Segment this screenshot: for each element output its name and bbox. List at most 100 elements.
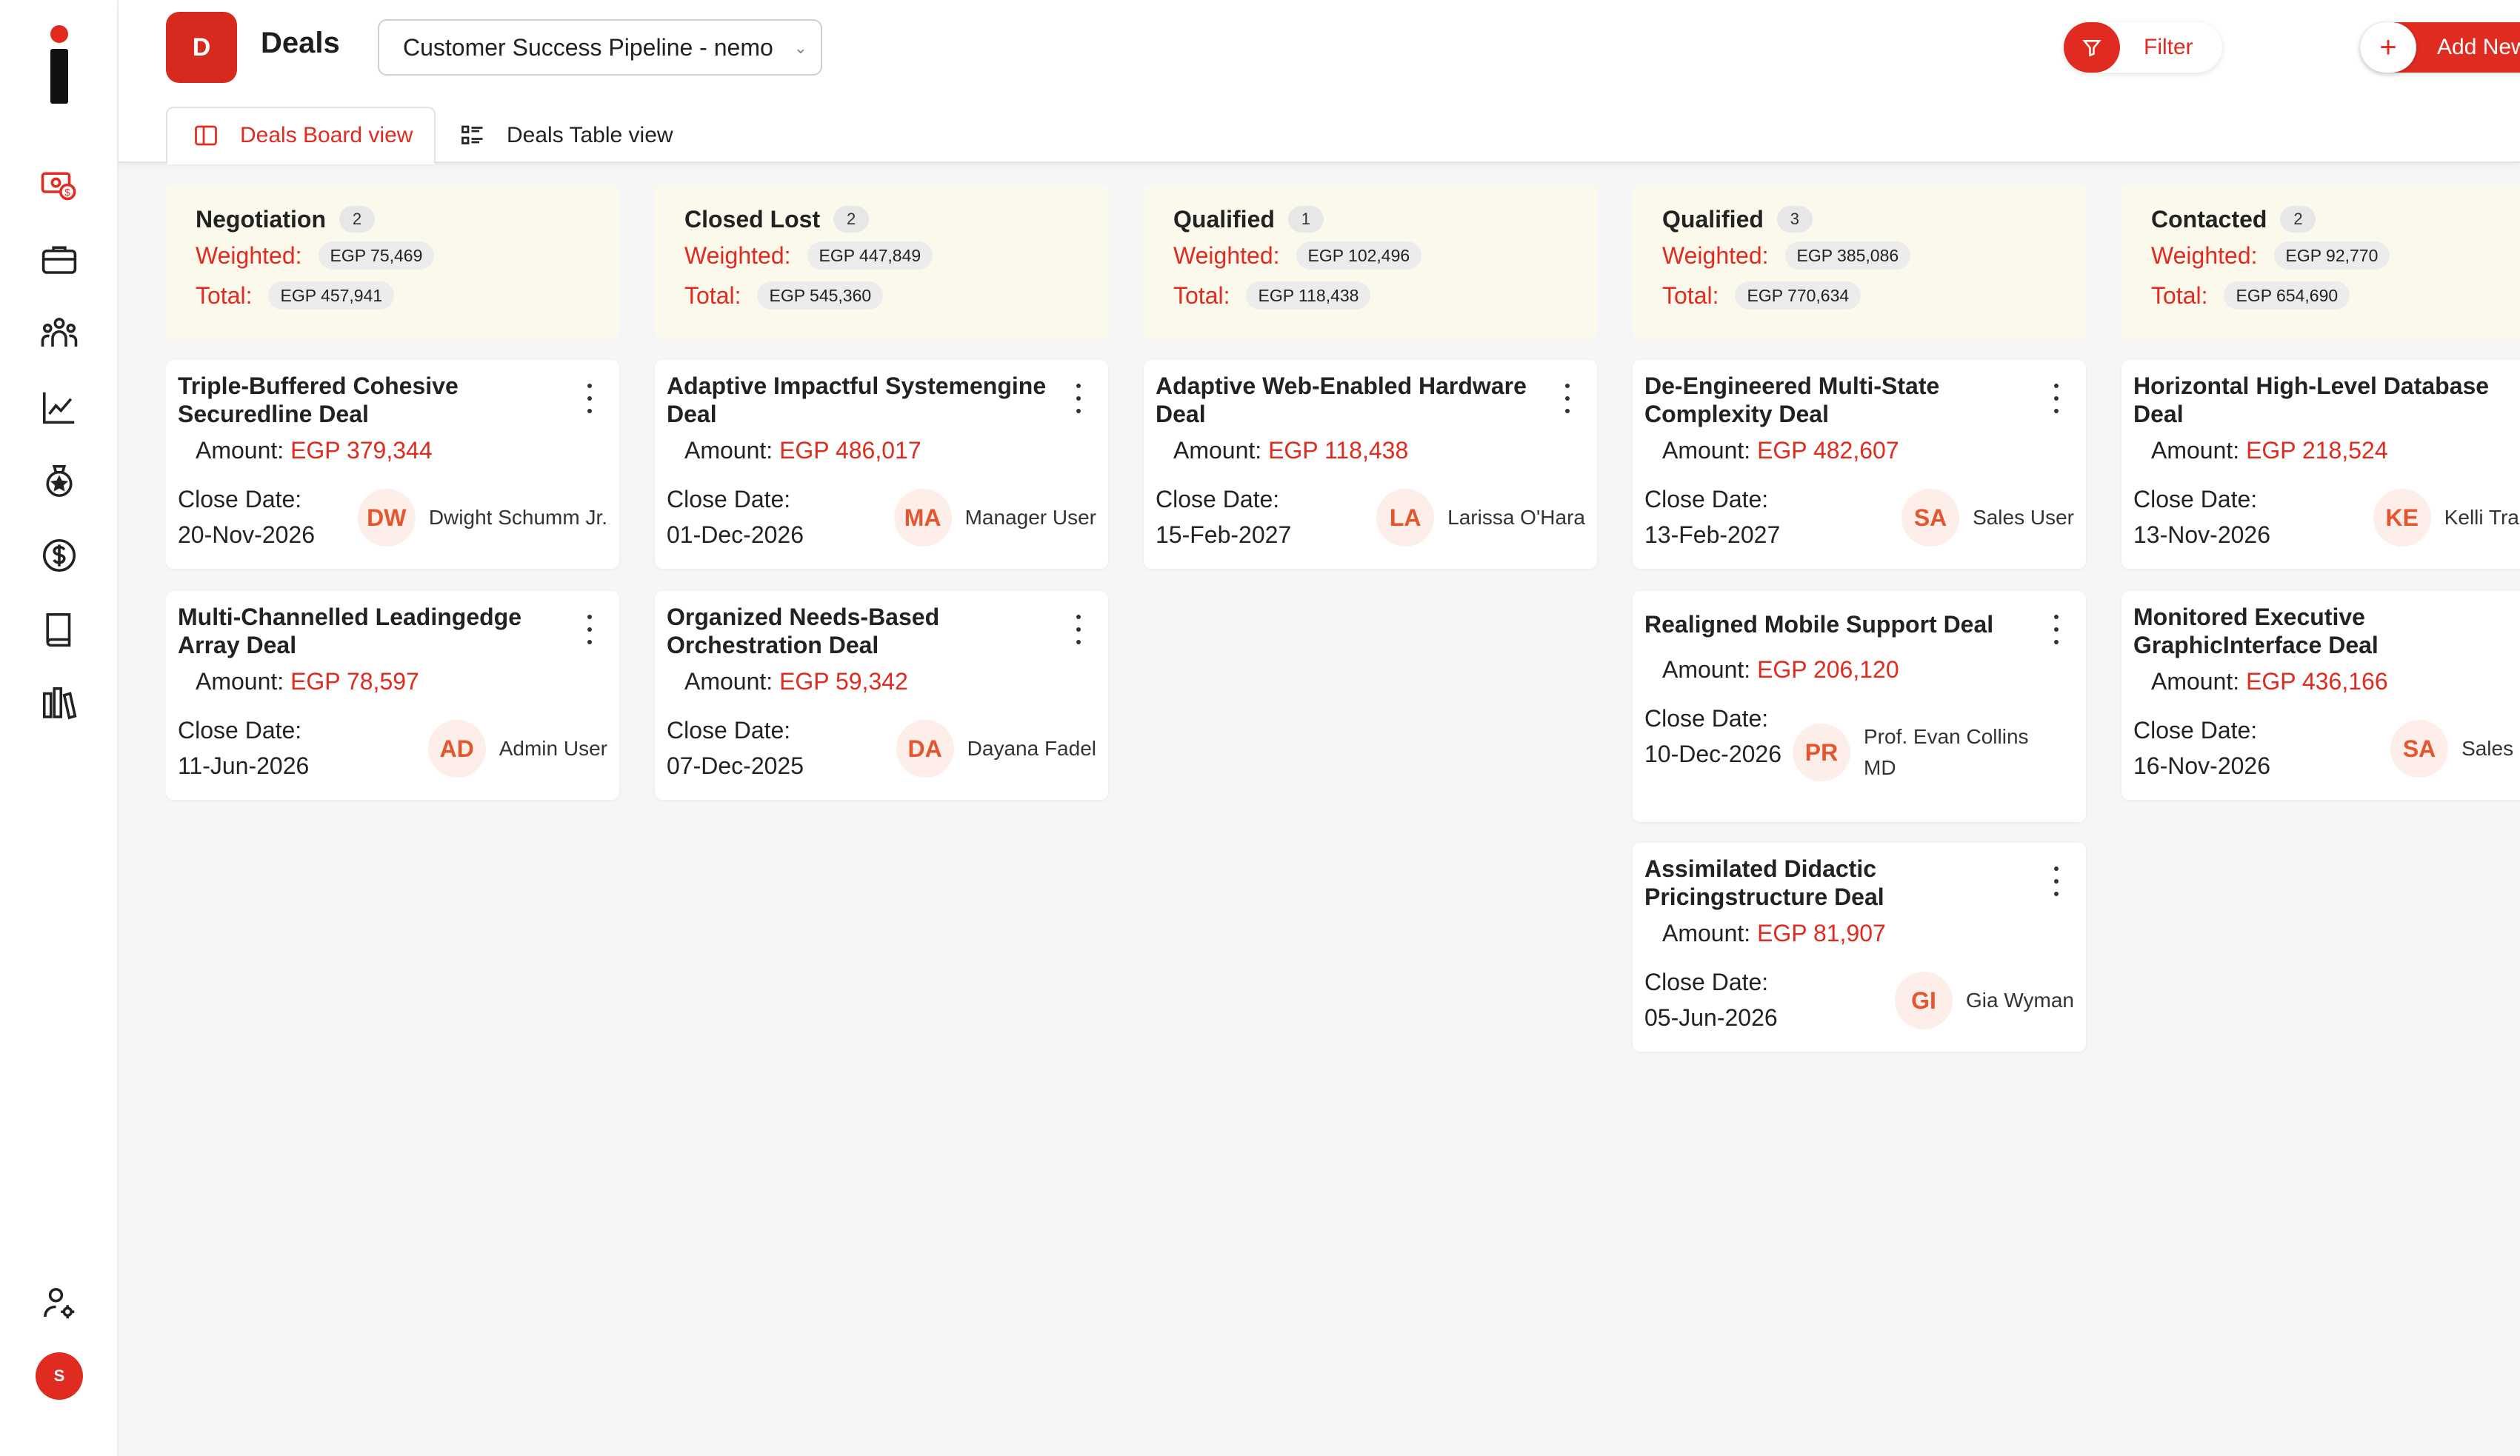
deal-owner: SA Sales User — [2390, 720, 2520, 778]
deal-title: De-Engineered Multi-State Complexity Dea… — [1644, 373, 1940, 427]
column-header: Negotiation 2 Weighted: EGP 75,469 Total… — [166, 185, 619, 339]
deal-title: Horizontal High-Level Database Deal — [2133, 373, 2490, 427]
total-value: EGP 545,360 — [757, 281, 884, 310]
deal-card[interactable]: Monitored Executive GraphicInterface Dea… — [2121, 591, 2520, 800]
more-options-icon[interactable] — [2049, 615, 2064, 644]
weighted-label: Weighted: — [1662, 241, 1769, 269]
total-label: Total: — [196, 281, 253, 309]
more-options-icon[interactable] — [1560, 384, 1575, 413]
more-options-icon[interactable] — [1071, 384, 1086, 413]
weighted-value: EGP 102,496 — [1296, 241, 1422, 270]
deal-card[interactable]: Organized Needs-Based Orchestration Deal… — [655, 591, 1108, 800]
avatar: MA — [893, 489, 952, 547]
total-label: Total: — [1662, 281, 1719, 309]
deal-title: Monitored Executive GraphicInterface Dea… — [2133, 604, 2379, 658]
close-date-value: 07-Dec-2025 — [667, 752, 804, 779]
weighted-label: Weighted: — [684, 241, 791, 269]
deal-amount: Amount: EGP 482,607 — [1662, 437, 1899, 464]
total-value: EGP 457,941 — [268, 281, 395, 310]
deal-amount-value: EGP 206,120 — [1757, 656, 1899, 683]
avatar: SA — [1901, 489, 1960, 547]
avatar: GI — [1894, 972, 1953, 1029]
deal-card[interactable]: Assimilated Didactic Pricingstructure De… — [1633, 843, 2086, 1052]
column-title: Negotiation — [196, 205, 326, 233]
weighted-value: EGP 447,849 — [807, 241, 933, 270]
deal-count-badge: 2 — [2280, 206, 2316, 233]
deal-owner: KE Kelli Trantow — [2373, 489, 2520, 547]
board-column: Closed Lost 2 Weighted: EGP 447,849 Tota… — [655, 185, 1108, 800]
total-label: Total: — [2151, 281, 2208, 309]
total-value: EGP 654,690 — [2224, 281, 2350, 310]
weighted-value: EGP 92,770 — [2273, 241, 2390, 270]
filter-button[interactable]: Filter — [2064, 22, 2222, 73]
briefcase-icon[interactable] — [37, 237, 81, 281]
deal-title: Multi-Channelled Leadingedge Array Deal — [178, 604, 522, 658]
deal-amount: Amount: EGP 81,907 — [1662, 920, 1886, 946]
deal-card[interactable]: Multi-Channelled Leadingedge Array Deal … — [166, 591, 619, 800]
more-options-icon[interactable] — [2049, 384, 2064, 413]
close-date: Close Date: 13-Feb-2027 — [1644, 481, 1780, 552]
column-header: Contacted 2 Weighted: EGP 92,770 Total: … — [2121, 185, 2520, 339]
avatar: LA — [1376, 489, 1435, 547]
total-label: Total: — [684, 281, 741, 309]
deal-card[interactable]: Triple-Buffered Cohesive Securedline Dea… — [166, 360, 619, 569]
column-header: Qualified 1 Weighted: EGP 102,496 Total:… — [1144, 185, 1597, 339]
team-icon[interactable] — [37, 311, 81, 355]
tab-table-view[interactable]: Deals Table view — [459, 107, 673, 164]
avatar: DW — [357, 489, 416, 547]
pipeline-select[interactable]: Customer Success Pipeline - nemo ⌄ — [378, 19, 822, 76]
deal-card[interactable]: Realigned Mobile Support Deal Amount: EG… — [1633, 591, 2086, 822]
deal-amount-value: EGP 436,166 — [2246, 668, 2388, 695]
close-date-value: 16-Nov-2026 — [2133, 752, 2270, 779]
deal-title: Realigned Mobile Support Deal — [1644, 611, 1994, 638]
deals-board: Negotiation 2 Weighted: EGP 75,469 Total… — [166, 185, 2520, 1456]
column-title: Contacted — [2151, 205, 2267, 233]
more-options-icon[interactable] — [2049, 866, 2064, 896]
more-options-icon[interactable] — [582, 384, 597, 413]
close-date: Close Date: 13-Nov-2026 — [2133, 481, 2270, 552]
chart-line-icon[interactable] — [37, 385, 81, 430]
app-logo[interactable] — [46, 25, 73, 104]
owner-name: Manager User — [964, 506, 1096, 529]
deal-amount-value: EGP 482,607 — [1757, 437, 1899, 464]
close-date-value: 10-Dec-2026 — [1644, 741, 1781, 767]
badge-star-icon[interactable] — [37, 459, 81, 504]
add-new-deal-button[interactable]: + Add New Deal — [2360, 22, 2520, 73]
more-options-icon[interactable] — [1071, 615, 1086, 644]
deal-card[interactable]: Adaptive Impactful Systemengine Deal Amo… — [655, 360, 1108, 569]
tab-board-view[interactable]: Deals Board view — [166, 107, 436, 164]
app-badge: D — [166, 12, 237, 83]
avatar: SA — [2390, 720, 2449, 778]
close-date: Close Date: 05-Jun-2026 — [1644, 964, 1778, 1035]
library-icon[interactable] — [37, 681, 81, 726]
more-options-icon[interactable] — [582, 615, 597, 644]
deal-amount-value: EGP 379,344 — [290, 437, 433, 464]
deal-card[interactable]: De-Engineered Multi-State Complexity Dea… — [1633, 360, 2086, 569]
user-avatar[interactable]: S — [36, 1352, 83, 1400]
owner-name: Sales User — [1973, 506, 2074, 529]
deal-title: Adaptive Impactful Systemengine Deal — [667, 373, 1047, 427]
chevron-down-icon: ⌄ — [793, 39, 807, 57]
owner-name: Gia Wyman — [1965, 989, 2074, 1012]
close-date: Close Date: 07-Dec-2025 — [667, 712, 804, 784]
avatar: AD — [427, 720, 486, 778]
deal-count-badge: 3 — [1776, 206, 1813, 233]
user-settings-icon[interactable] — [37, 1281, 81, 1326]
board-column: Negotiation 2 Weighted: EGP 75,469 Total… — [166, 185, 619, 800]
board-column: Contacted 2 Weighted: EGP 92,770 Total: … — [2121, 185, 2520, 800]
deal-card[interactable]: Horizontal High-Level Database Deal Amou… — [2121, 360, 2520, 569]
deal-amount-value: EGP 81,907 — [1757, 920, 1886, 946]
deal-amount: Amount: EGP 118,438 — [1173, 437, 1409, 464]
deal-title: Organized Needs-Based Orchestration Deal — [667, 604, 940, 658]
deals-money-icon[interactable]: $ — [37, 163, 81, 207]
deal-owner: AD Admin User — [427, 720, 607, 778]
dollar-circle-icon[interactable] — [37, 533, 81, 578]
owner-name: Dayana Fadel — [967, 737, 1096, 760]
deal-card[interactable]: Adaptive Web-Enabled Hardware Deal Amoun… — [1144, 360, 1597, 569]
tab-table-view-label: Deals Table view — [507, 123, 673, 147]
filter-button-label: Filter — [2144, 35, 2193, 59]
deal-amount-value: EGP 218,524 — [2246, 437, 2388, 464]
book-icon[interactable] — [37, 607, 81, 652]
page-title: Deals — [261, 27, 340, 59]
owner-name: Larissa O'Hara — [1447, 506, 1585, 529]
